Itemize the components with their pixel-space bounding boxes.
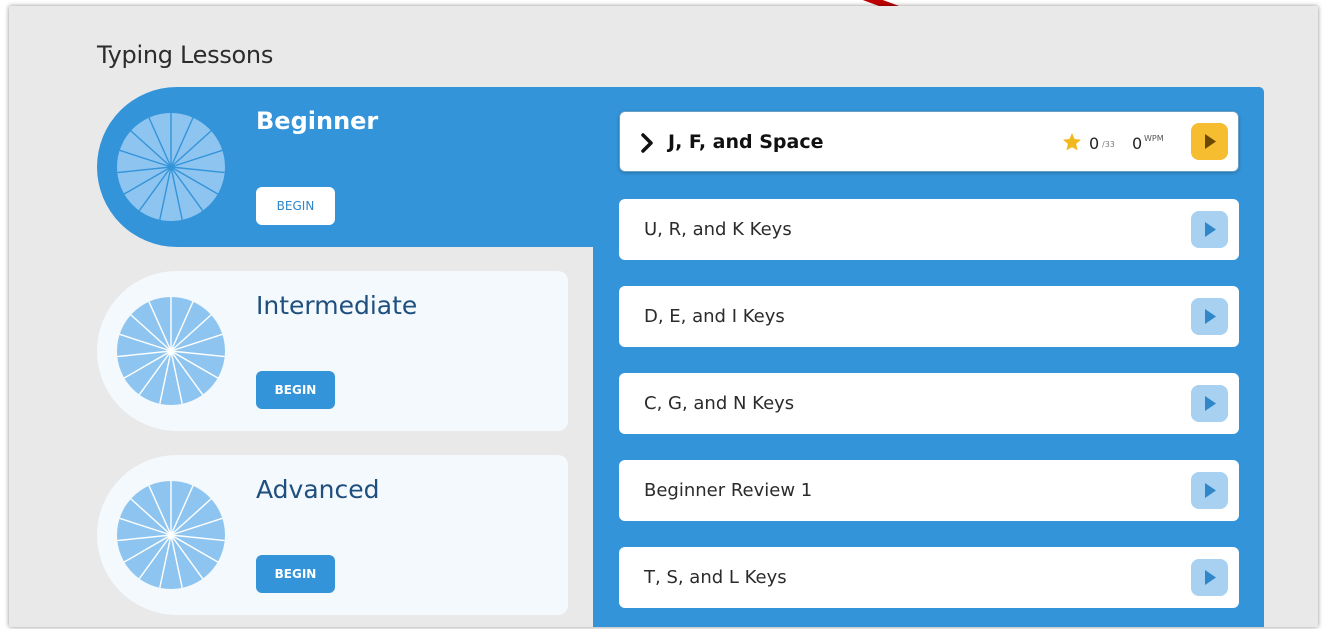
play-button[interactable] [1191,211,1228,248]
play-icon [1205,570,1216,585]
lesson-title: D, E, and I Keys [644,306,785,327]
play-icon [1205,396,1216,411]
play-button[interactable] [1191,298,1228,335]
play-button[interactable] [1191,385,1228,422]
level-card-beginner[interactable]: Beginner BEGIN [97,87,594,247]
typing-lessons-panel: Typing Lessons Beginner BEGIN Intermedia… [9,6,1318,627]
pie-wheel-icon [117,297,225,405]
play-icon [1205,222,1216,237]
level-name: Advanced [256,475,380,504]
lesson-row[interactable]: D, E, and I Keys [619,286,1239,347]
lesson-title: C, G, and N Keys [644,393,795,414]
play-button-current[interactable] [1191,123,1228,160]
level-card-intermediate[interactable]: Intermediate BEGIN [97,271,568,431]
level-card-advanced[interactable]: Advanced BEGIN [97,455,568,615]
lesson-row[interactable]: T, S, and L Keys [619,547,1239,608]
pie-wheel-icon [117,113,225,221]
play-button[interactable] [1191,472,1228,509]
begin-button-beginner[interactable]: BEGIN [256,187,335,225]
lesson-row[interactable]: C, G, and N Keys [619,373,1239,434]
stars-total: /33 [1102,140,1115,149]
lesson-row-current[interactable]: J, F, and Space 0 /33 0 WPM [619,111,1239,172]
wpm-value: 0 [1132,134,1143,153]
begin-button-intermediate[interactable]: BEGIN [256,371,335,409]
lesson-row[interactable]: Beginner Review 1 [619,460,1239,521]
lesson-title: U, R, and K Keys [644,219,792,240]
level-name: Beginner [256,107,379,135]
begin-button-advanced[interactable]: BEGIN [256,555,335,593]
lesson-title: Beginner Review 1 [644,480,813,501]
pie-wheel-icon [117,481,225,589]
play-button[interactable] [1191,559,1228,596]
lesson-title: J, F, and Space [668,131,824,153]
lesson-row[interactable]: U, R, and K Keys [619,199,1239,260]
wpm-unit: WPM [1144,134,1164,143]
stars-earned: 0 [1089,134,1100,153]
page-title: Typing Lessons [97,41,274,69]
chevron-right-icon [641,133,653,153]
star-icon [1063,133,1081,151]
play-icon [1205,134,1216,149]
level-name: Intermediate [256,291,418,320]
lesson-stats: 0 /33 0 WPM [1062,132,1182,154]
play-icon [1205,309,1216,324]
lesson-title: T, S, and L Keys [644,567,787,588]
play-icon [1205,483,1216,498]
